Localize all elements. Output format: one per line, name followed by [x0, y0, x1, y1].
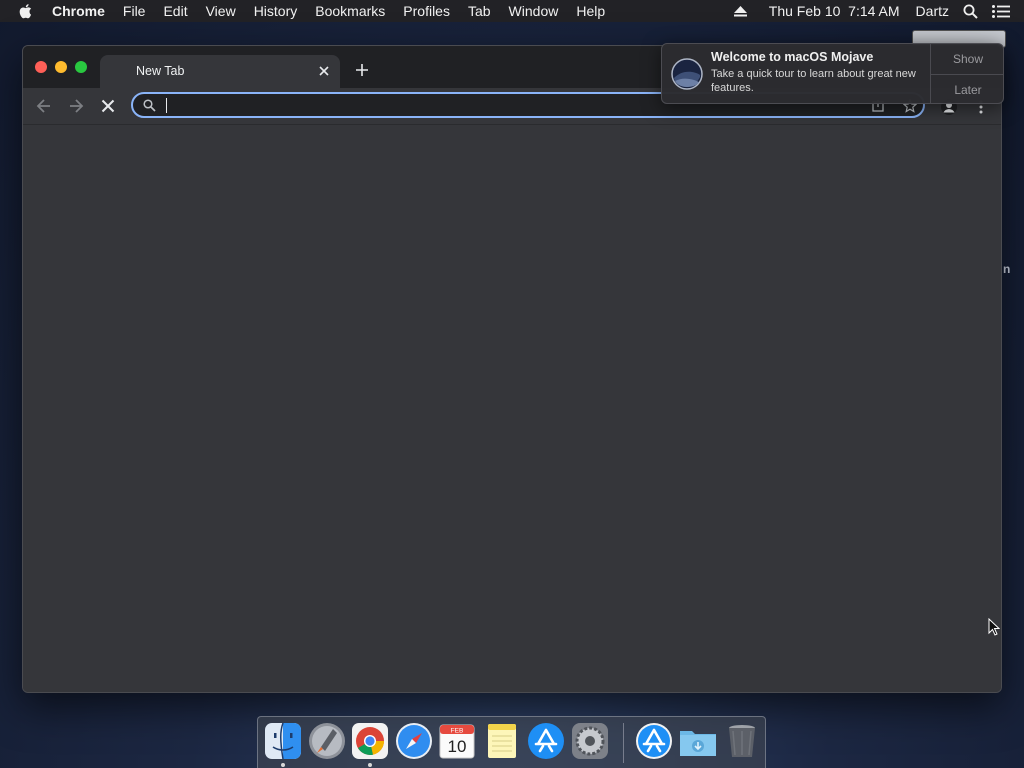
- notification-later-button[interactable]: Later: [931, 75, 1003, 103]
- menu-app-name[interactable]: Chrome: [52, 3, 105, 19]
- launchpad-icon[interactable]: [307, 721, 347, 761]
- window-zoom-button[interactable]: [75, 61, 87, 73]
- chrome-window: New Tab: [22, 45, 1002, 693]
- eject-icon[interactable]: [733, 5, 747, 17]
- notes-icon[interactable]: [482, 721, 522, 761]
- page-content: [23, 125, 1001, 692]
- notification-show-button[interactable]: Show: [931, 44, 1003, 75]
- new-tab-button[interactable]: [354, 62, 370, 78]
- menu-help[interactable]: Help: [576, 3, 605, 19]
- app-store-icon[interactable]: [634, 721, 674, 761]
- menu-tab[interactable]: Tab: [468, 3, 491, 19]
- app-store-icon[interactable]: [526, 721, 566, 761]
- menu-profiles[interactable]: Profiles: [403, 3, 450, 19]
- search-icon: [143, 99, 156, 112]
- menu-file[interactable]: File: [123, 3, 146, 19]
- window-minimize-button[interactable]: [55, 61, 67, 73]
- notification-title: Welcome to macOS Mojave: [711, 50, 874, 64]
- notification-body: Take a quick tour to learn about great n…: [711, 68, 916, 94]
- tab-title: New Tab: [136, 64, 185, 78]
- calendar-month-label: FEB: [451, 728, 464, 735]
- spotlight-search-icon[interactable]: [963, 4, 978, 19]
- trash-icon[interactable]: [722, 721, 762, 761]
- system-preferences-icon[interactable]: [570, 721, 610, 761]
- apple-menu-icon[interactable]: [19, 3, 35, 19]
- tab-new-tab[interactable]: New Tab: [100, 55, 340, 88]
- menu-window[interactable]: Window: [509, 3, 559, 19]
- finder-running-indicator: [281, 763, 285, 767]
- downloads-folder-icon[interactable]: [678, 721, 718, 761]
- forward-arrow-icon[interactable]: [67, 97, 85, 115]
- calendar-day-label: 10: [448, 737, 467, 756]
- menubar-user[interactable]: Dartz: [916, 3, 949, 19]
- text-cursor: [166, 98, 167, 113]
- safari-icon[interactable]: [394, 721, 434, 761]
- menu-edit[interactable]: Edit: [163, 3, 187, 19]
- calendar-icon[interactable]: FEB 10: [437, 721, 477, 761]
- notification-actions: Show Later: [930, 44, 1003, 103]
- finder-icon[interactable]: [263, 721, 303, 761]
- mouse-pointer-icon: [988, 617, 1001, 636]
- back-arrow-icon[interactable]: [35, 97, 53, 115]
- menu-history[interactable]: History: [254, 3, 298, 19]
- background-text: n: [1003, 262, 1011, 276]
- menu-view[interactable]: View: [206, 3, 236, 19]
- menubar-clock[interactable]: Thu Feb 10 7:14 AM: [769, 3, 900, 19]
- menu-bar: Chrome File Edit View History Bookmarks …: [0, 0, 1024, 22]
- window-close-button[interactable]: [35, 61, 47, 73]
- tab-close-icon[interactable]: [317, 64, 331, 78]
- notification-center-icon[interactable]: [992, 4, 1010, 18]
- chrome-icon[interactable]: [350, 721, 390, 761]
- notification-banner[interactable]: Welcome to macOS Mojave Take a quick tou…: [661, 43, 1004, 104]
- menu-bookmarks[interactable]: Bookmarks: [315, 3, 385, 19]
- dock-separator: [623, 723, 624, 763]
- chrome-running-indicator: [368, 763, 372, 767]
- dock: FEB 10: [257, 716, 766, 768]
- mojave-icon: [671, 58, 703, 90]
- stop-loading-icon[interactable]: [99, 97, 117, 115]
